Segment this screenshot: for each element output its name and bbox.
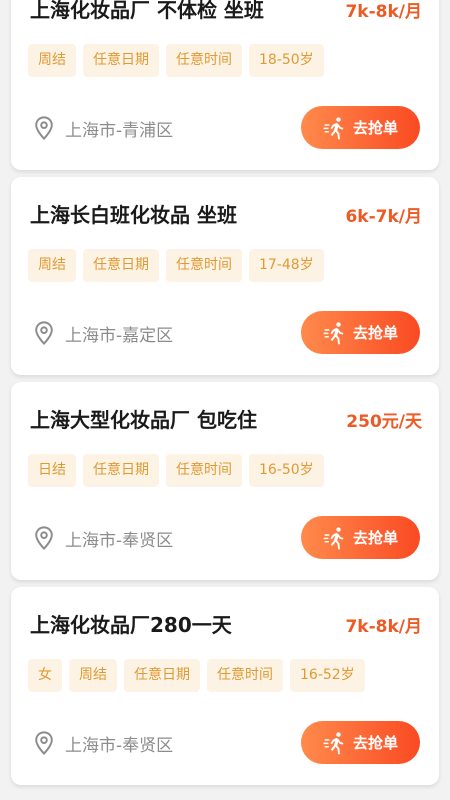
job-salary: 7k-8k/月 <box>345 617 422 637</box>
grab-order-label: 去抢单 <box>352 324 398 342</box>
job-tags: 周结 任意日期 任意时间 18-50岁 <box>28 44 324 77</box>
grab-order-button[interactable]: 去抢单 <box>301 106 420 149</box>
job-tags: 周结 任意日期 任意时间 17-48岁 <box>28 249 324 282</box>
job-location-text: 上海市-青浦区 <box>65 120 174 141</box>
job-tag: 任意时间 <box>166 44 242 77</box>
job-tag: 周结 <box>69 659 117 692</box>
job-location: 上海市-奉贤区 <box>31 525 173 551</box>
grab-order-label: 去抢单 <box>352 529 398 547</box>
location-pin-icon <box>35 321 53 346</box>
job-title: 上海长白班化妆品 坐班 <box>30 203 237 227</box>
running-person-icon <box>323 526 344 549</box>
running-person-icon <box>323 116 344 139</box>
grab-order-button[interactable]: 去抢单 <box>301 311 420 354</box>
job-tag: 任意日期 <box>83 44 159 77</box>
job-tag: 任意日期 <box>83 249 159 282</box>
job-tag: 任意时间 <box>166 454 242 487</box>
running-person-icon <box>323 731 344 754</box>
job-tags: 女 周结 任意日期 任意时间 16-52岁 <box>28 659 365 692</box>
job-salary: 6k-7k/月 <box>345 207 422 227</box>
job-tag: 任意日期 <box>124 659 200 692</box>
job-title: 上海化妆品厂 不体检 坐班 <box>30 0 264 22</box>
job-location-text: 上海市-嘉定区 <box>65 325 174 346</box>
grab-order-button[interactable]: 去抢单 <box>301 516 420 559</box>
job-tag: 任意时间 <box>207 659 283 692</box>
grab-order-button[interactable]: 去抢单 <box>301 721 420 764</box>
job-tag: 16-52岁 <box>290 659 365 692</box>
job-tags: 日结 任意日期 任意时间 16-50岁 <box>28 454 324 487</box>
job-location: 上海市-奉贤区 <box>31 730 173 756</box>
job-card[interactable]: 上海长白班化妆品 坐班 6k-7k/月 周结 任意日期 任意时间 17-48岁 … <box>11 177 439 375</box>
job-title: 上海化妆品厂280一天 <box>30 613 232 637</box>
job-tag: 女 <box>28 659 62 692</box>
job-tag: 17-48岁 <box>249 249 324 282</box>
grab-order-label: 去抢单 <box>352 734 398 752</box>
location-pin-icon <box>35 731 53 756</box>
job-list: 上海化妆品厂 不体检 坐班 7k-8k/月 周结 任意日期 任意时间 18-50… <box>0 0 450 792</box>
job-title: 上海大型化妆品厂 包吃住 <box>30 408 257 432</box>
job-tag: 任意日期 <box>83 454 159 487</box>
job-salary: 7k-8k/月 <box>345 2 422 22</box>
job-card[interactable]: 上海化妆品厂280一天 7k-8k/月 女 周结 任意日期 任意时间 16-52… <box>11 587 439 785</box>
job-card[interactable]: 上海化妆品厂 不体检 坐班 7k-8k/月 周结 任意日期 任意时间 18-50… <box>11 0 439 170</box>
job-card[interactable]: 上海大型化妆品厂 包吃住 250元/天 日结 任意日期 任意时间 16-50岁 … <box>11 382 439 580</box>
grab-order-label: 去抢单 <box>352 119 398 137</box>
job-salary: 250元/天 <box>346 412 422 432</box>
job-tag: 16-50岁 <box>249 454 324 487</box>
location-pin-icon <box>35 526 53 551</box>
job-tag: 周结 <box>28 249 76 282</box>
location-pin-icon <box>35 116 53 141</box>
job-location-text: 上海市-奉贤区 <box>65 735 174 756</box>
job-tag: 日结 <box>28 454 76 487</box>
job-location: 上海市-嘉定区 <box>31 320 173 346</box>
job-tag: 周结 <box>28 44 76 77</box>
job-tag: 任意时间 <box>166 249 242 282</box>
running-person-icon <box>323 321 344 344</box>
job-location: 上海市-青浦区 <box>31 115 173 141</box>
job-tag: 18-50岁 <box>249 44 324 77</box>
job-location-text: 上海市-奉贤区 <box>65 530 174 551</box>
